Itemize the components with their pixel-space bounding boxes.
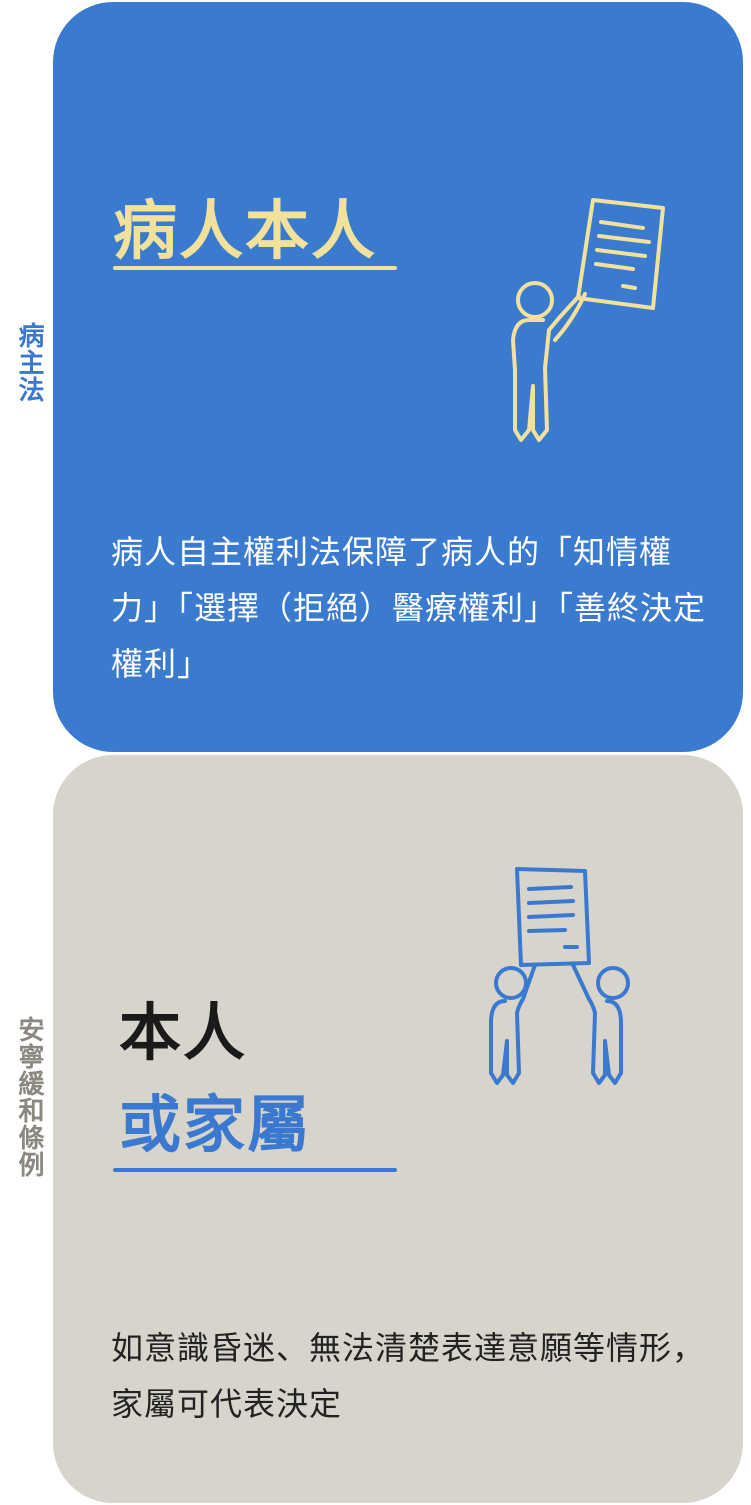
card-bottom-title-line2: 或家屬	[119, 1088, 312, 1161]
card-top-title-underline	[113, 266, 397, 270]
card-top-description: 病人自主權利法保障了病人的「知情權力」「選擇（拒絕）醫療權利」「善終決定權利」	[111, 533, 707, 683]
two-people-raising-document-icon	[489, 867, 630, 1085]
card-top-title: 病人本人	[113, 195, 377, 269]
patient-self-card: 病人本人 病人自主權利法保障了病人的「知情權力」「選擇（拒絕）醫療權利」「善終決…	[53, 2, 743, 752]
card-bottom-title-line1: 本人	[119, 996, 248, 1069]
card-bottom-title-underline	[113, 1168, 397, 1172]
side-label-hospice-palliative-act: 安寧緩和條例	[14, 1016, 44, 1178]
person-raising-document-icon	[511, 198, 665, 442]
card-bottom-description: 如意識昏迷、無法清楚表達意願等情形，家屬可代表決定	[111, 1329, 706, 1423]
self-or-family-card: 本人 或家屬 如意識昏迷、無法清楚表達意願等情形，家屬可代表決定	[53, 755, 743, 1503]
side-label-patient-autonomy-act: 病主法	[14, 322, 44, 403]
